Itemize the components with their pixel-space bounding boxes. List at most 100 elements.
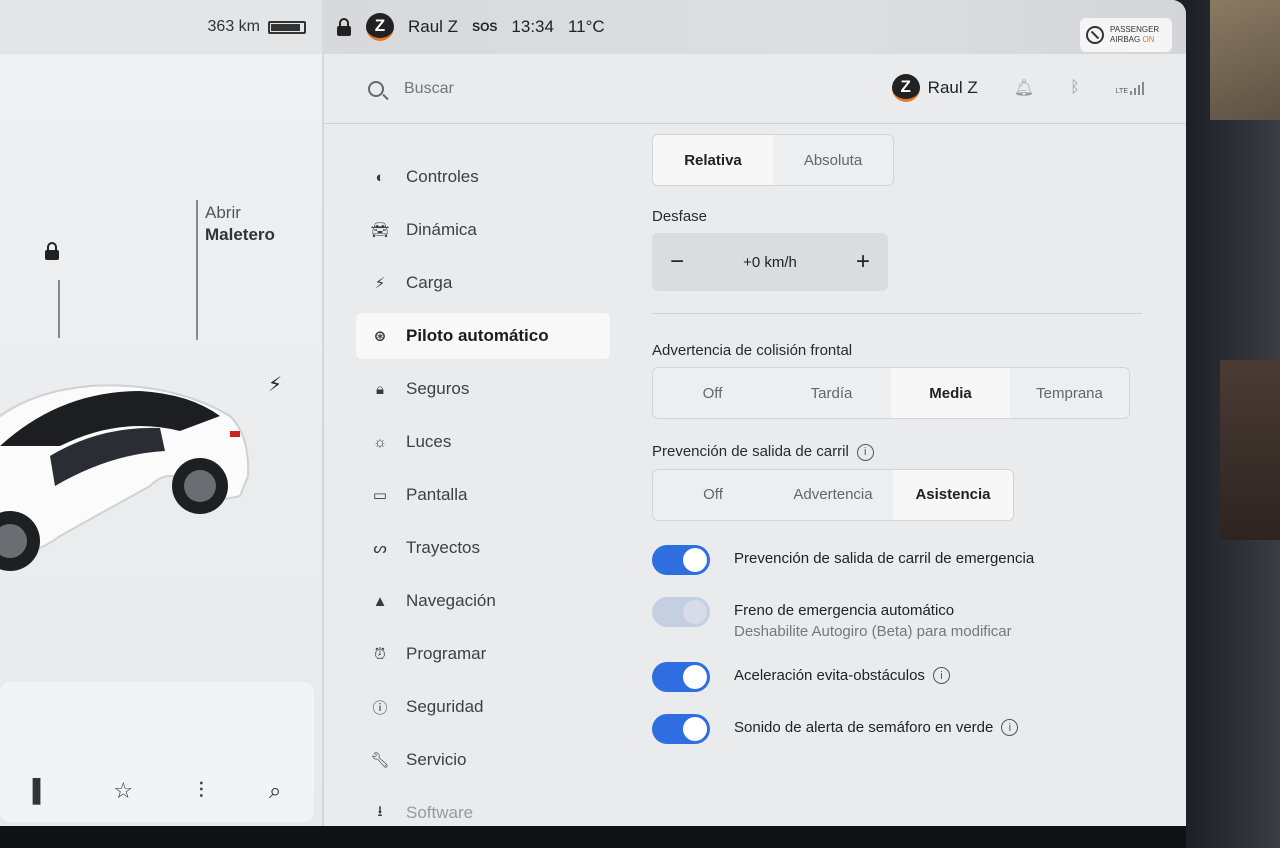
obstacle-acceleration-toggle[interactable]	[652, 661, 710, 692]
menu-icon[interactable]: ▌	[33, 778, 49, 804]
speed-mode-relativa[interactable]: Relativa	[653, 135, 773, 185]
lane-asistencia[interactable]: Asistencia	[893, 469, 1013, 520]
sliders-icon[interactable]: ⫶	[198, 778, 204, 804]
signal-icon: LTE	[1115, 81, 1144, 95]
network-type: LTE	[1115, 87, 1128, 95]
nav-item-seguros[interactable]: 🔒︎ Seguros	[356, 366, 610, 412]
bluetooth-icon[interactable]: ᛒ	[1070, 79, 1080, 97]
collision-off[interactable]: Off	[653, 368, 772, 418]
trunk-callout-line	[196, 200, 198, 340]
frunk-callout-line	[58, 280, 60, 338]
nav-item-programar[interactable]: ⏰︎ Programar	[356, 631, 610, 677]
collision-media[interactable]: Media	[891, 368, 1010, 418]
nav-label: Trayectos	[406, 538, 481, 557]
nav-label: Seguridad	[406, 697, 484, 716]
car-model-image	[0, 384, 250, 571]
search-input[interactable]	[404, 79, 704, 98]
nav-label: Pantalla	[406, 485, 468, 504]
offset-value: +0 km/h	[743, 253, 797, 271]
search-icon[interactable]	[368, 80, 384, 97]
nav-label: Carga	[406, 273, 453, 292]
lane-departure-label-row: Prevención de salida de carril i	[652, 443, 1142, 461]
toggle-label-row: Aceleración evita-obstáculos i	[734, 662, 950, 685]
alarm-icon: ⏰︎	[374, 645, 386, 663]
nav-label: Software	[406, 803, 474, 822]
range-readout: 363 km	[207, 18, 260, 35]
toggle-label-row: Sonido de alerta de semáforo en verde i	[734, 714, 1019, 737]
nav-item-controles[interactable]: ◐ Controles	[356, 154, 610, 200]
airbag-seat-icon	[1086, 26, 1104, 44]
car-icon: 🚘︎	[370, 222, 390, 239]
lane-departure-label: Prevención de salida de carril	[652, 443, 849, 460]
trunk-line2: Maletero	[205, 225, 275, 244]
nav-item-pantalla[interactable]: ▭ Pantalla	[356, 472, 610, 518]
increase-button[interactable]: +	[848, 248, 878, 276]
status-left: 363 km	[0, 0, 322, 54]
passenger-airbag-indicator: PASSENGER AIRBAG ON	[1080, 18, 1172, 52]
green-light-chime-toggle[interactable]	[652, 713, 710, 744]
toggle-row: Prevención de salida de carril de emerge…	[652, 544, 1142, 575]
unlock-icon[interactable]	[336, 18, 352, 36]
frunk-unlock-icon[interactable]	[44, 242, 60, 260]
decrease-button[interactable]: −	[662, 248, 692, 276]
speed-mode-absoluta[interactable]: Absoluta	[773, 135, 893, 185]
toggle-row: Sonido de alerta de semáforo en verde i	[652, 713, 1142, 744]
trunk-line1: Abrir	[205, 203, 241, 222]
nav-label: Programar	[406, 644, 487, 663]
nav-item-piloto-automatico[interactable]: ⊛ Piloto automático	[356, 313, 610, 359]
toggle-sublabel: Deshabilite Autogiro (Beta) para modific…	[734, 622, 1012, 640]
nav-item-trayectos[interactable]: ᔕ Trayectos	[356, 525, 610, 571]
nav-item-navegacion[interactable]: ▲ Navegación	[356, 578, 610, 624]
driver-name[interactable]: Raul Z	[408, 17, 458, 37]
lane-off[interactable]: Off	[653, 470, 773, 520]
toggle-label: Prevención de salida de carril de emerge…	[734, 549, 1035, 567]
toggle-label: Freno de emergencia automático	[734, 601, 955, 619]
header-profile[interactable]: Z Raul Z	[891, 74, 978, 102]
nav-item-dinamica[interactable]: 🚘︎ Dinámica	[356, 207, 610, 253]
toggle-list: Prevención de salida de carril de emerge…	[652, 544, 1142, 744]
sun-icon: ☼	[373, 433, 387, 451]
nav-item-luces[interactable]: ☼ Luces	[356, 419, 610, 465]
car-visualization-panel: Abrir Maletero ⚡ ▌ ☆ ⫶ ⌕ •••	[0, 54, 322, 836]
favorite-star-icon[interactable]: ☆	[113, 778, 133, 804]
open-trunk-button[interactable]: Abrir Maletero	[205, 202, 275, 246]
profile-icon: Z	[891, 74, 920, 102]
toggle-label: Aceleración evita-obstáculos	[734, 666, 925, 684]
search-icon[interactable]: ⌕	[269, 778, 281, 804]
nav-item-seguridad[interactable]: ⓘ Seguridad	[356, 684, 610, 730]
nav-item-carga[interactable]: ⚡︎ Carga	[356, 260, 610, 306]
settings-panel: Z Raul Z 🔔︎ ᛒ LTE ◐ Controles 🚘︎ Dinámic…	[322, 54, 1186, 836]
collision-temprana[interactable]: Temprana	[1010, 368, 1129, 418]
alert-icon: ⓘ	[372, 699, 388, 717]
status-bar: 363 km Z Raul Z SOS 13:34 11°C PASSENGER…	[0, 0, 1186, 54]
collision-warning-selector: Off Tardía Media Temprana	[652, 367, 1130, 419]
collision-tardia[interactable]: Tardía	[772, 368, 891, 418]
search-bar: Z Raul Z 🔔︎ ᛒ LTE	[324, 54, 1186, 124]
nav-item-servicio[interactable]: 🔧︎ Servicio	[356, 737, 610, 783]
steering-wheel-icon: ⊛	[373, 328, 387, 345]
lock-icon: 🔒︎	[376, 380, 384, 398]
toggle-label: Sonido de alerta de semáforo en verde	[734, 718, 994, 736]
settings-nav: ◐ Controles 🚘︎ Dinámica ⚡︎ Carga ⊛ Pilot…	[356, 154, 610, 836]
lane-advertencia[interactable]: Advertencia	[773, 470, 893, 520]
lane-departure-selector: Off Advertencia Asistencia	[652, 468, 1014, 521]
nav-label: Luces	[406, 432, 452, 451]
bell-icon[interactable]: 🔔︎	[1014, 78, 1034, 98]
emergency-lane-toggle[interactable]	[652, 544, 710, 575]
charge-port-icon[interactable]: ⚡	[268, 372, 282, 397]
section-divider	[652, 313, 1142, 314]
info-icon[interactable]: i	[932, 667, 950, 685]
driver-profile-icon[interactable]: Z	[366, 13, 394, 41]
info-icon[interactable]: i	[856, 443, 874, 461]
airbag-line1: PASSENGER	[1110, 25, 1160, 34]
quick-controls-panel: ▌ ☆ ⫶ ⌕	[0, 682, 314, 822]
airbag-state: ON	[1142, 35, 1155, 44]
nav-label: Piloto automático	[406, 326, 549, 345]
toggle-row: Freno de emergencia automático Deshabili…	[652, 596, 1142, 640]
info-icon[interactable]: i	[1001, 719, 1019, 737]
nav-label: Servicio	[406, 750, 467, 769]
offset-stepper: − +0 km/h +	[652, 233, 888, 291]
sos-icon[interactable]: SOS	[472, 20, 497, 34]
bolt-icon: ⚡︎	[374, 275, 386, 292]
nav-label: Controles	[406, 167, 479, 186]
